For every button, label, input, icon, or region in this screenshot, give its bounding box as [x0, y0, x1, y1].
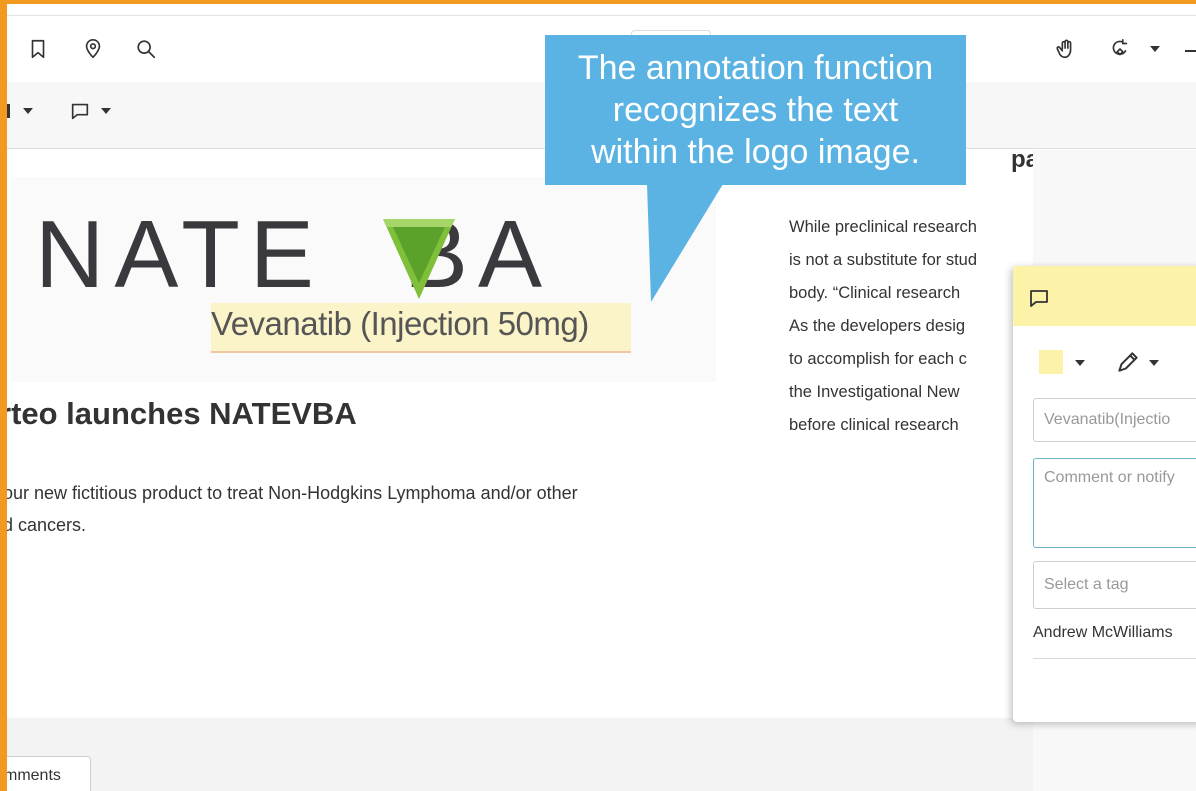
bookmark-icon[interactable] — [25, 36, 51, 62]
comment-popup: Vevanatib(Injectio Comment or notify Sel… — [1013, 266, 1196, 722]
bottom-panel — [7, 718, 1196, 791]
article-body-line: d cancers. — [7, 515, 87, 535]
chevron-down-icon[interactable] — [23, 108, 33, 114]
right-column-line: the Investigational New — [789, 383, 960, 401]
logo-v-mark — [383, 219, 455, 299]
chevron-down-icon[interactable] — [1075, 360, 1085, 366]
callout-line: The annotation function — [577, 49, 934, 87]
pen-icon[interactable] — [1115, 349, 1141, 375]
logo-text-start: NATE — [35, 201, 324, 308]
selected-text-field[interactable]: Vevanatib(Injectio — [1033, 398, 1196, 442]
comments-tab[interactable]: mments — [7, 756, 91, 791]
comment-input[interactable]: Comment or notify — [1033, 458, 1196, 548]
logo-subtitle: Vevanatib (Injection 50mg) — [211, 305, 589, 342]
popup-header — [1013, 266, 1196, 326]
callout-pointer — [647, 184, 723, 302]
right-column-line: As the developers desig — [789, 317, 966, 335]
right-column-line: body. “Clinical research — [789, 284, 961, 302]
article-body-line: our new fictitious product to treat Non-… — [7, 483, 578, 503]
article-headline: rteo launches NATEVBA — [7, 396, 357, 431]
divider — [1033, 658, 1196, 659]
minus-icon[interactable] — [1185, 50, 1196, 52]
search-icon[interactable] — [133, 36, 159, 62]
location-pin-icon[interactable] — [80, 36, 106, 62]
partial-tool-icon[interactable] — [7, 104, 10, 118]
callout-line: within the logo image. — [591, 133, 920, 171]
chevron-down-icon[interactable] — [1150, 46, 1160, 52]
rotate-tool-icon[interactable] — [1107, 36, 1133, 62]
logo-image: NATE BA Vevanatib (Injection 50mg) — [11, 177, 716, 382]
comment-author: Andrew McWilliams — [1033, 624, 1173, 641]
color-swatch[interactable] — [1039, 350, 1063, 374]
chevron-down-icon[interactable] — [101, 108, 111, 114]
chevron-down-icon[interactable] — [1149, 360, 1159, 366]
right-column-line: While preclinical research — [789, 218, 977, 236]
annotation-callout: The annotation function recognizes the t… — [545, 35, 966, 185]
right-column-line: before clinical research — [789, 416, 959, 434]
callout-line: recognizes the text — [612, 91, 899, 129]
logo-wordmark: NATE BA — [35, 207, 552, 303]
app-window: NATE BA Vevanatib (Injection 50mg) rteo l… — [7, 4, 1196, 791]
hand-tool-icon[interactable] — [1053, 36, 1079, 62]
comment-icon — [1030, 290, 1048, 307]
comment-icon[interactable] — [67, 98, 93, 124]
right-column-line: to accomplish for each c — [789, 350, 967, 368]
tag-select[interactable]: Select a tag — [1033, 561, 1196, 609]
right-column-line: is not a substitute for stud — [789, 251, 978, 269]
